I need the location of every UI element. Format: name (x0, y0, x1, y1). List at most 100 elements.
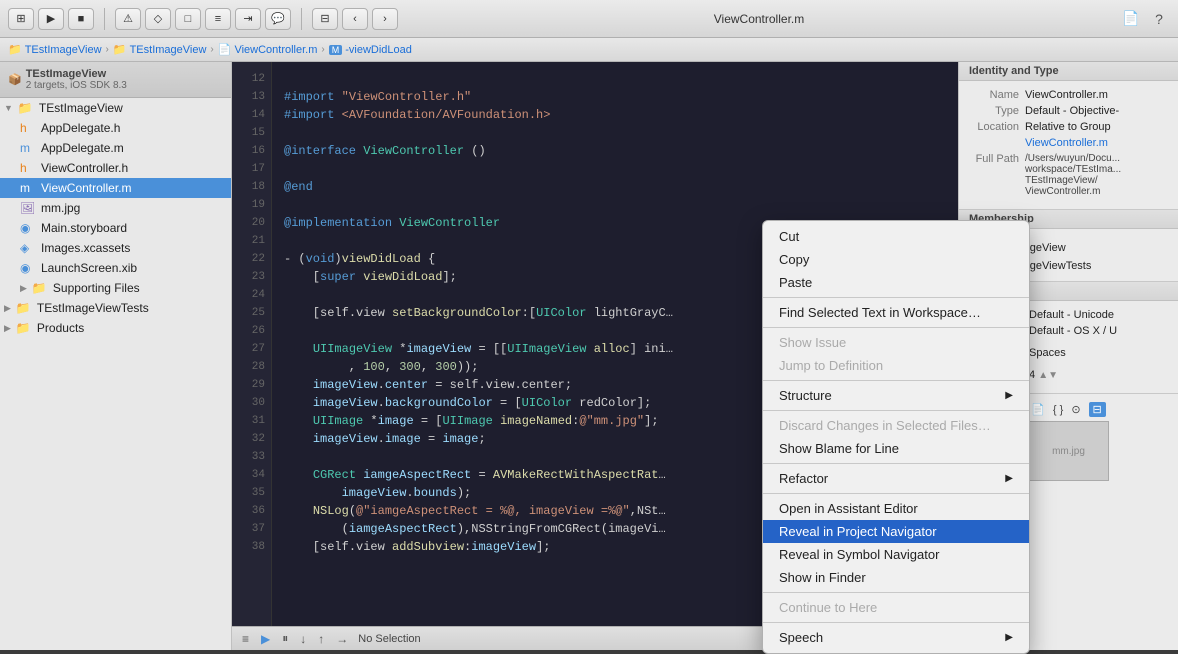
widths-value: 4 ▲▼ (1029, 369, 1168, 381)
sidebar-item-testimageview-root[interactable]: ▼ 📁 TEstImageView (0, 98, 231, 118)
bottom-stepover-button[interactable]: → (334, 632, 350, 646)
thumbnail-tool-2[interactable]: { } (1053, 404, 1063, 416)
img-file-icon: 🖼 (20, 201, 36, 215)
menu-refactor-arrow: ▶ (1005, 473, 1013, 484)
menu-sep-4 (763, 410, 1029, 411)
menu-cut-label: Cut (779, 229, 799, 244)
menu-reveal-symbol[interactable]: Reveal in Symbol Navigator (763, 543, 1029, 566)
chevron-right-icon-3: ▶ (4, 323, 11, 334)
bottom-stepout-button[interactable]: ↑ (316, 632, 326, 646)
help-icon-button[interactable]: ? (1148, 8, 1170, 30)
menu-paste[interactable]: Paste (763, 271, 1029, 294)
h-file-icon-2: h (20, 161, 36, 175)
sidebar-label-products: Products (37, 321, 84, 335)
menu-cut[interactable]: Cut (763, 225, 1029, 248)
folder-closed-icon: 📁 (32, 281, 48, 295)
breadcrumb-sep-2: › (210, 44, 213, 55)
menu-structure[interactable]: Structure ▶ (763, 384, 1029, 407)
menu-find-selected[interactable]: Find Selected Text in Workspace… (763, 301, 1029, 324)
menu-copy[interactable]: Copy (763, 248, 1029, 271)
menu-sep-3 (763, 380, 1029, 381)
back-button[interactable]: ‹ (342, 8, 368, 30)
thumbnail-tool-1[interactable]: 📄 (1031, 403, 1045, 416)
thumbnail-tool-3[interactable]: ⊙ (1071, 403, 1080, 416)
identity-type-title: Identity and Type (969, 65, 1059, 77)
menu-reveal-project[interactable]: Reveal in Project Navigator (763, 520, 1029, 543)
indent-button[interactable]: ⇥ (235, 8, 261, 30)
menu-sep-6 (763, 493, 1029, 494)
menu-show-finder-label: Show in Finder (779, 570, 866, 585)
bottom-play-button[interactable]: ▶ (259, 632, 272, 646)
menu-sep-8 (763, 622, 1029, 623)
menu-discard-label: Discard Changes in Selected Files… (779, 418, 991, 433)
menu-jump-def: Jump to Definition (763, 354, 1029, 377)
sidebar-item-viewcontroller-m[interactable]: m ViewController.m (0, 178, 231, 198)
menu-show-blame-label: Show Blame for Line (779, 441, 899, 456)
diamond-button[interactable]: ◇ (145, 8, 171, 30)
sidebar-item-images-xcassets[interactable]: ◈ Images.xcassets (0, 238, 231, 258)
speech-bubble-button[interactable]: 💬 (265, 8, 291, 30)
breadcrumb-sep-3: › (321, 44, 324, 55)
sidebar-item-main-storyboard[interactable]: ◉ Main.storyboard (0, 218, 231, 238)
menu-open-assistant-label: Open in Assistant Editor (779, 501, 918, 516)
toolbar-nav-group: ⚠ ◇ □ ≡ ⇥ 💬 (115, 8, 291, 30)
stop-button[interactable]: ■ (68, 8, 94, 30)
h-file-icon: h (20, 121, 36, 135)
menu-show-finder[interactable]: Show in Finder (763, 566, 1029, 589)
thumbnail-tool-4[interactable]: ⊟ (1089, 402, 1106, 417)
menu-show-blame[interactable]: Show Blame for Line (763, 437, 1029, 460)
menu-show-issue-label: Show Issue (779, 335, 846, 350)
m-file-icon-2: m (20, 181, 36, 195)
forward-button[interactable]: › (372, 8, 398, 30)
code-line-15 (284, 124, 946, 142)
editor-layout-button[interactable]: ⊟ (312, 8, 338, 30)
sidebar-item-mm-jpg[interactable]: 🖼 mm.jpg (0, 198, 231, 218)
warning-button[interactable]: ⚠ (115, 8, 141, 30)
chevron-down-icon: ▼ (4, 103, 13, 113)
run-button[interactable]: ▶ (38, 8, 64, 30)
sidebar-item-appdelegate-h[interactable]: h AppDelegate.h (0, 118, 231, 138)
location-value: Relative to Group (1025, 121, 1168, 133)
sidebar-item-products[interactable]: ▶ 📁 Products (0, 318, 231, 338)
sidebar-label-supporting-files: Supporting Files (53, 281, 140, 295)
location-label: Location (969, 121, 1025, 133)
sidebar-item-viewcontroller-h[interactable]: h ViewController.h (0, 158, 231, 178)
breadcrumb-sep-1: › (106, 44, 109, 55)
project-icon: 📦 (8, 73, 22, 86)
encoding-value: Default - Unicode (1029, 309, 1168, 321)
breadcrumb-file[interactable]: 📄 ViewController.m (218, 43, 318, 56)
folder-closed-icon-2: 📁 (16, 301, 32, 315)
bottom-filter-button[interactable]: ≡ (240, 632, 251, 646)
breadcrumb-folder1[interactable]: 📁 TEstImageView (8, 43, 102, 56)
sidebar-item-supporting-files[interactable]: ▶ 📁 Supporting Files (0, 278, 231, 298)
bottom-step-button[interactable]: ↓ (298, 632, 308, 646)
toolbar-title: ViewController.m (404, 12, 1114, 26)
breadcrumb-folder2[interactable]: 📁 TEstImageView (113, 43, 207, 56)
sidebar-item-appdelegate-m[interactable]: m AppDelegate.m (0, 138, 231, 158)
identity-type-section: Name ViewController.m Type Default - Obj… (959, 81, 1178, 210)
folder-icon-2: 📁 (113, 43, 127, 56)
sidebar-label-viewcontroller-m: ViewController.m (41, 181, 131, 195)
menu-refactor[interactable]: Refactor ▶ (763, 467, 1029, 490)
thumbnail-image: mm.jpg (1029, 421, 1109, 481)
code-line-17 (284, 160, 946, 178)
toolbar-editor-group: ⊟ ‹ › (312, 8, 398, 30)
bottom-pause-button[interactable]: ⏸ (280, 631, 290, 646)
chevron-right-icon: ▶ (20, 283, 27, 294)
breadcrumb-label-2: TEstImageView (130, 44, 207, 56)
menu-speech[interactable]: Speech ▶ (763, 626, 1029, 649)
line-button[interactable]: ≡ (205, 8, 231, 30)
breadcrumb-method[interactable]: M -viewDidLoad (329, 44, 412, 56)
doc-icon-button[interactable]: 📄 (1120, 8, 1142, 30)
method-badge: M (329, 45, 343, 55)
code-line-16: @interface ViewController () (284, 142, 946, 160)
fullpath-label: Full Path (969, 153, 1025, 165)
square-button[interactable]: □ (175, 8, 201, 30)
sidebar-label-testimageviewtests: TEstImageViewTests (37, 301, 149, 315)
grid-button[interactable]: ⊞ (8, 8, 34, 30)
sidebar-item-testimageviewtests[interactable]: ▶ 📁 TEstImageViewTests (0, 298, 231, 318)
menu-open-assistant[interactable]: Open in Assistant Editor (763, 497, 1029, 520)
sidebar-item-launchscreen-xib[interactable]: ◉ LaunchScreen.xib (0, 258, 231, 278)
menu-structure-arrow: ▶ (1005, 390, 1013, 401)
context-menu: Cut Copy Paste Find Selected Text in Wor… (762, 220, 1030, 654)
